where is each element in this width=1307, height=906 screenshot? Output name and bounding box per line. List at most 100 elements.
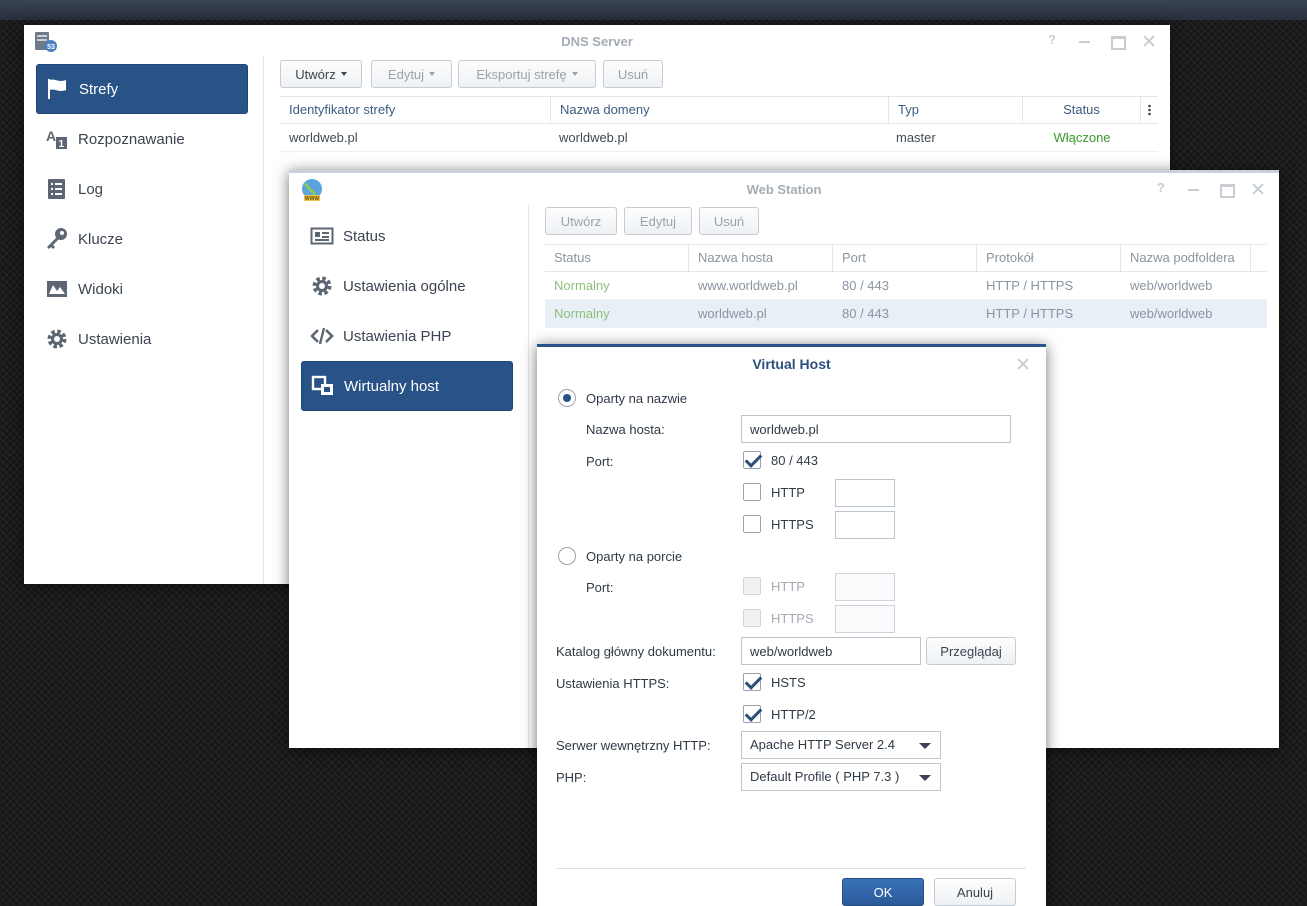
column-header-zone-id[interactable]: Identyfikator strefy bbox=[280, 97, 551, 124]
key-icon bbox=[44, 226, 70, 252]
help-icon[interactable] bbox=[1153, 180, 1171, 197]
svg-text:A: A bbox=[46, 128, 56, 144]
table-row[interactable]: worldweb.pl worldweb.pl master Włączone bbox=[280, 124, 1158, 152]
sidebar-item-log[interactable]: Log bbox=[36, 164, 248, 214]
port-based-https-checkbox[interactable] bbox=[743, 609, 761, 627]
column-header-hostname[interactable]: Nazwa hosta bbox=[689, 245, 833, 272]
name-based-radio[interactable] bbox=[558, 389, 576, 407]
browse-button[interactable]: Przeglądaj bbox=[926, 637, 1016, 665]
cell-port: 80 / 443 bbox=[842, 278, 889, 293]
cell-type: master bbox=[896, 130, 936, 145]
sidebar-item-resolution[interactable]: A1 Rozpoznawanie bbox=[36, 114, 248, 164]
export-label: Eksportuj strefę bbox=[476, 66, 567, 82]
flag-icon bbox=[45, 76, 71, 102]
cell-port: 80 / 443 bbox=[842, 306, 889, 321]
code-icon bbox=[309, 323, 335, 349]
sidebar-item-status[interactable]: Status bbox=[301, 211, 513, 261]
dns-titlebar[interactable]: 53 DNS Server bbox=[24, 25, 1170, 57]
close-icon[interactable] bbox=[1140, 33, 1158, 49]
port-default-checkbox[interactable] bbox=[743, 451, 761, 469]
minimize-icon[interactable] bbox=[1076, 33, 1094, 49]
http-label: HTTP bbox=[771, 485, 805, 500]
column-options-icon[interactable] bbox=[1141, 97, 1158, 124]
port-based-radio[interactable] bbox=[558, 547, 576, 565]
cancel-button[interactable]: Anuluj bbox=[934, 878, 1016, 906]
sidebar-item-label: Ustawienia bbox=[78, 330, 152, 348]
virtual-hosts-grid: Status Nazwa hosta Port Protokół Nazwa p… bbox=[545, 244, 1267, 334]
port-based-http-input[interactable] bbox=[835, 573, 895, 601]
hsts-label: HSTS bbox=[771, 675, 806, 690]
create-button[interactable]: Utwórz bbox=[280, 60, 362, 88]
table-row[interactable]: Normalny worldweb.pl 80 / 443 HTTP / HTT… bbox=[545, 300, 1267, 328]
ws-titlebar[interactable]: WWW Web Station bbox=[289, 173, 1279, 205]
footer-divider bbox=[556, 868, 1026, 869]
http2-label: HTTP/2 bbox=[771, 707, 816, 722]
edit-label: Edytuj bbox=[387, 66, 425, 82]
sidebar-item-settings[interactable]: Ustawienia bbox=[36, 314, 248, 364]
document-root-input[interactable] bbox=[741, 637, 921, 665]
php-profile-select[interactable]: Default Profile ( PHP 7.3 ) bbox=[741, 763, 941, 791]
http2-checkbox[interactable] bbox=[743, 705, 761, 723]
port-based-https-input[interactable] bbox=[835, 605, 895, 633]
sidebar-item-php-settings[interactable]: Ustawienia PHP bbox=[301, 311, 513, 361]
close-icon[interactable] bbox=[1014, 356, 1032, 372]
port-label: Port: bbox=[586, 454, 614, 469]
table-row[interactable]: Normalny www.worldweb.pl 80 / 443 HTTP /… bbox=[545, 272, 1267, 300]
minimize-icon[interactable] bbox=[1185, 181, 1203, 197]
https-settings-label: Ustawienia HTTPS: bbox=[556, 676, 670, 691]
cell-status: Włączone bbox=[1053, 130, 1111, 145]
column-header-port[interactable]: Port bbox=[833, 245, 977, 272]
sidebar-item-general-settings[interactable]: Ustawienia ogólne bbox=[301, 261, 513, 311]
column-header-subfolder[interactable]: Nazwa podfoldera bbox=[1121, 245, 1251, 272]
column-header-domain[interactable]: Nazwa domeny bbox=[551, 97, 889, 124]
sidebar-item-keys[interactable]: Klucze bbox=[36, 214, 248, 264]
document-root-label: Katalog główny dokumentu: bbox=[556, 644, 716, 659]
php-profile-value: Default Profile ( PHP 7.3 ) bbox=[750, 769, 900, 784]
status-card-icon bbox=[309, 223, 335, 249]
port-based-http-checkbox[interactable] bbox=[743, 577, 761, 595]
sidebar-item-label: Rozpoznawanie bbox=[78, 130, 185, 148]
map-icon bbox=[44, 276, 70, 302]
https-label: HTTPS bbox=[771, 517, 814, 532]
caret-down-icon bbox=[571, 72, 578, 76]
close-icon[interactable] bbox=[1249, 181, 1267, 197]
https-port-input[interactable] bbox=[835, 511, 895, 539]
port-based-port-label: Port: bbox=[586, 580, 614, 595]
column-header-type[interactable]: Typ bbox=[889, 97, 1023, 124]
hsts-checkbox[interactable] bbox=[743, 673, 761, 691]
delete-button[interactable]: Usuń bbox=[699, 207, 759, 235]
column-header-status[interactable]: Status bbox=[1023, 97, 1141, 124]
ok-button[interactable]: OK bbox=[842, 878, 924, 906]
window-title: DNS Server bbox=[561, 34, 633, 49]
create-button[interactable]: Utwórz bbox=[545, 207, 617, 235]
maximize-icon[interactable] bbox=[1217, 181, 1235, 198]
hostname-input[interactable] bbox=[741, 415, 1011, 443]
http-port-input[interactable] bbox=[835, 479, 895, 507]
edit-button[interactable]: Edytuj bbox=[371, 60, 452, 88]
ws-sidebar: Status Ustawienia ogólne Ustawienia PHP … bbox=[289, 205, 529, 748]
sidebar-item-views[interactable]: Widoki bbox=[36, 264, 248, 314]
http-checkbox[interactable] bbox=[743, 483, 761, 501]
sidebar-item-zones[interactable]: Strefy bbox=[36, 64, 248, 114]
maximize-icon[interactable] bbox=[1108, 33, 1126, 50]
sidebar-item-virtual-host[interactable]: Wirtualny host bbox=[301, 361, 513, 411]
column-header-protocol[interactable]: Protokół bbox=[977, 245, 1121, 272]
delete-button[interactable]: Usuń bbox=[603, 60, 663, 88]
export-zone-button[interactable]: Eksportuj strefę bbox=[458, 60, 596, 88]
column-header-status[interactable]: Status bbox=[545, 245, 689, 272]
backend-server-select[interactable]: Apache HTTP Server 2.4 bbox=[741, 731, 941, 759]
cell-subfolder: web/worldweb bbox=[1130, 306, 1213, 321]
caret-down-icon bbox=[340, 72, 347, 76]
sidebar-item-label: Widoki bbox=[78, 280, 124, 298]
cell-status: Normalny bbox=[554, 306, 610, 321]
sidebar-item-label: Klucze bbox=[78, 230, 124, 248]
desktop-taskbar bbox=[0, 0, 1307, 20]
delete-label: Usuń bbox=[713, 213, 745, 229]
edit-button[interactable]: Edytuj bbox=[624, 207, 692, 235]
help-icon[interactable] bbox=[1044, 32, 1062, 49]
cell-hostname: www.worldweb.pl bbox=[698, 278, 798, 293]
grid-header: Identyfikator strefy Nazwa domeny Typ St… bbox=[280, 96, 1158, 124]
https-checkbox[interactable] bbox=[743, 515, 761, 533]
sidebar-item-label: Ustawienia PHP bbox=[343, 327, 452, 345]
cell-hostname: worldweb.pl bbox=[698, 306, 767, 321]
